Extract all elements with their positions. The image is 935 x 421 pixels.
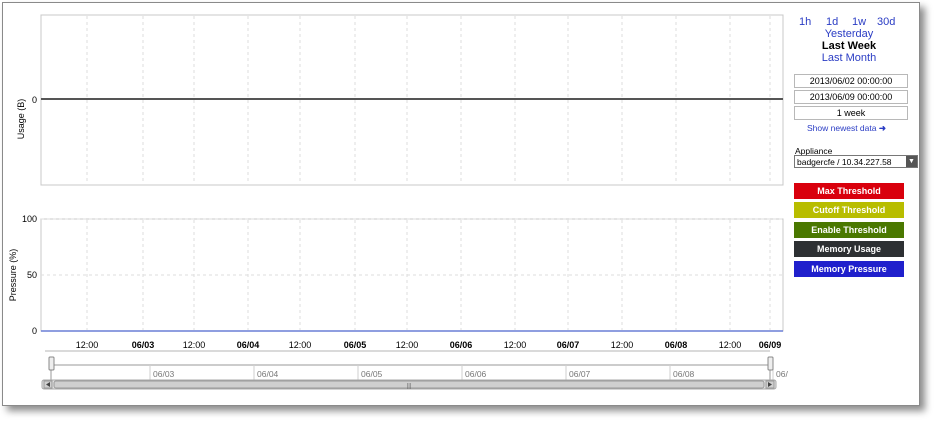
x-tick-label: 12:00 [76,340,99,350]
x-tick-label: 12:00 [611,340,634,350]
usage-y-tick: 0 [32,95,37,105]
range-1d-link[interactable]: 1d [826,16,838,28]
legend-cutoff-threshold-button[interactable]: Cutoff Threshold [794,202,904,218]
navigator-date-label: 06/03 [153,369,175,379]
legend-memory-usage-button[interactable]: Memory Usage [794,241,904,257]
duration-field[interactable]: 1 week [794,106,908,120]
time-navigator[interactable]: 06/03 06/04 06/05 06/06 06/07 06/08 06/0 ||| [41,350,788,390]
legend-memory-pressure-button[interactable]: Memory Pressure [794,261,904,277]
x-tick-label: 12:00 [183,340,206,350]
legend-max-threshold-button[interactable]: Max Threshold [794,183,904,199]
x-tick-label: 12:00 [396,340,419,350]
usage-chart: Usage (B) 0 [16,14,784,186]
usage-y-axis-label: Usage (B) [16,99,26,140]
x-tick-label: 12:00 [719,340,742,350]
show-newest-data-link[interactable]: Show newest data ➜ [807,123,886,134]
range-yesterday-link[interactable]: Yesterday [795,28,903,40]
navigator-date-label: 06/07 [569,369,591,379]
navigator-date-label: 06/05 [361,369,383,379]
legend-enable-threshold-button[interactable]: Enable Threshold [794,222,904,238]
pressure-y-axis-label: Pressure (%) [8,249,18,302]
pressure-y-tick: 100 [22,214,37,224]
navigator-right-handle[interactable] [767,356,774,371]
scroll-grip-icon: ||| [407,384,412,390]
charts-svg: Usage (B) 0 Pressure (%) 050100 12:00 06/… [8,14,788,390]
x-tick-label: 06/08 [665,340,688,350]
x-tick-label: 12:00 [504,340,527,350]
navigator-date-label: 06/04 [257,369,279,379]
x-tick-label: 06/04 [237,340,260,350]
navigator-date-label: 06/0 [776,369,788,379]
start-date-field[interactable]: 2013/06/02 00:00:00 [794,74,908,88]
navigator-date-label: 06/06 [465,369,487,379]
x-tick-label: 06/03 [132,340,155,350]
x-tick-label: 06/05 [344,340,367,350]
navigator-date-label: 06/08 [673,369,695,379]
range-30d-link[interactable]: 30d [877,16,895,28]
pressure-y-tick: 0 [32,326,37,336]
range-last-week-link[interactable]: Last Week [795,40,903,52]
appliance-value: badgercfe / 10.34.227.58 [797,157,892,167]
pressure-y-tick: 50 [27,270,37,280]
x-tick-label: 06/09 [759,340,782,350]
arrow-right-icon: ➜ [878,123,886,133]
x-tick-label: 06/06 [450,340,473,350]
range-1w-link[interactable]: 1w [852,16,866,28]
range-1h-link[interactable]: 1h [799,16,811,28]
end-date-field[interactable]: 2013/06/09 00:00:00 [794,90,908,104]
show-newest-data-label: Show newest data [807,123,877,133]
x-tick-label: 12:00 [289,340,312,350]
report-frame: Usage (B) 0 Pressure (%) 0 50 100 12:00 06/… [2,2,920,406]
pressure-chart: Pressure (%) 0 50 100 12:00 06/03 12:00 06/04… [8,214,784,350]
range-last-month-link[interactable]: Last Month [795,52,903,64]
appliance-select[interactable]: badgercfe / 10.34.227.58 ▼ [794,155,918,168]
navigator-left-handle[interactable] [48,356,55,371]
chevron-down-icon: ▼ [906,156,917,167]
x-tick-label: 06/07 [557,340,580,350]
